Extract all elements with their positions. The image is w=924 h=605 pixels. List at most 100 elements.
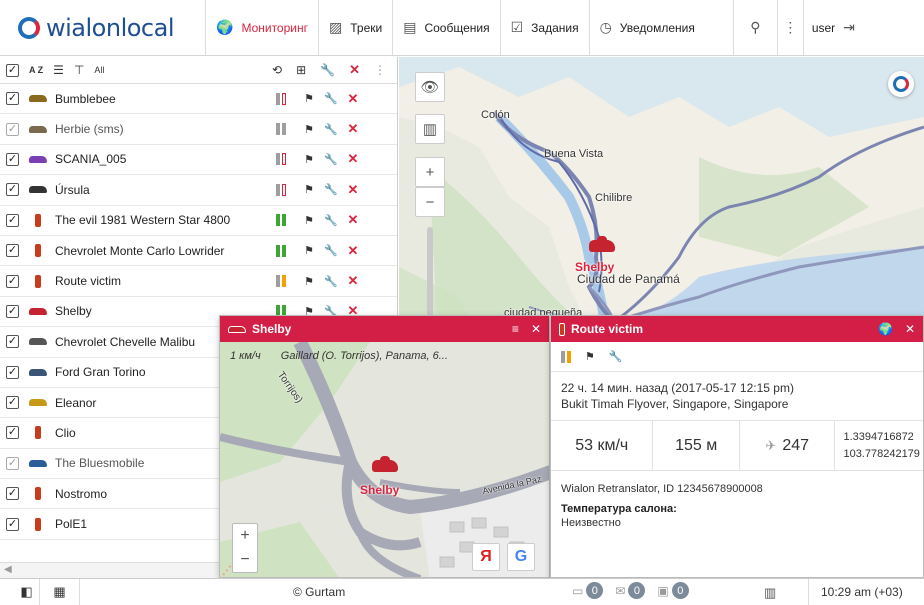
yandex-map-button[interactable]: Я (472, 543, 500, 571)
wrench-icon[interactable]: 🔧 (609, 350, 623, 363)
unit-checkbox[interactable]: ✓ (6, 244, 19, 258)
wrench-column-icon[interactable]: 🔧 (320, 63, 335, 77)
flag-icon[interactable]: ⚑ (298, 275, 320, 288)
shelby-minimap-marker-icon[interactable] (372, 456, 398, 472)
nav-tasks[interactable]: ☑ Задания (501, 0, 590, 55)
events-counter[interactable]: ✉ 0 (615, 582, 646, 599)
wrench-icon[interactable]: 🔧 (320, 244, 342, 257)
wrench-icon[interactable]: 🔧 (320, 92, 342, 105)
flag-icon[interactable]: ⚑ (298, 153, 320, 166)
unit-name[interactable]: Eleanor (55, 396, 96, 410)
delete-icon[interactable]: ✕ (342, 121, 364, 137)
unit-name[interactable]: The Bluesmobile (55, 456, 144, 470)
unit-name[interactable]: Shelby (55, 304, 92, 318)
more-menu-button[interactable]: ⋮ (778, 0, 804, 55)
nav-messages[interactable]: ▤ Сообщения (393, 0, 501, 55)
unit-row[interactable]: ✓ Route victim ⚑ 🔧 ✕ (0, 266, 397, 297)
unit-name[interactable]: Chevrolet Monte Carlo Lowrider (55, 244, 224, 258)
sort-az-icon[interactable]: A Z (29, 65, 43, 75)
unit-row[interactable]: ✓ Chevrolet Monte Carlo Lowrider ⚑ 🔧 ✕ (0, 236, 397, 267)
add-units-icon[interactable]: ⊤ (74, 63, 84, 77)
wrench-icon[interactable]: 🔧 (320, 123, 342, 136)
unit-checkbox[interactable]: ✓ (6, 183, 19, 197)
nav-tracks[interactable]: ▨ Треки (319, 0, 394, 55)
delete-icon[interactable]: ✕ (342, 151, 364, 167)
unit-name[interactable]: Herbie (sms) (55, 122, 124, 136)
unit-name[interactable]: SCANIA_005 (55, 152, 126, 166)
flag-icon[interactable]: ⚑ (298, 214, 320, 227)
unit-name[interactable]: Clio (55, 426, 76, 440)
globe-icon[interactable]: 🌍 (878, 322, 893, 336)
unit-checkbox[interactable]: ✓ (6, 122, 19, 136)
unit-name[interactable]: Bumblebee (55, 92, 116, 106)
minimap-zoom-out-icon[interactable]: − (240, 551, 249, 569)
flag-icon[interactable]: ⚑ (298, 92, 320, 105)
unit-checkbox[interactable]: ✓ (6, 365, 19, 379)
shelby-minimap-label[interactable]: Shelby (360, 483, 399, 497)
google-map-button[interactable]: G (507, 543, 535, 571)
unit-name[interactable]: Route victim (55, 274, 121, 288)
search-button[interactable]: ⚲ (734, 0, 778, 55)
zoom-in-button[interactable]: + (415, 157, 445, 187)
delete-icon[interactable]: ✕ (342, 273, 364, 289)
zoom-slider[interactable] (427, 227, 433, 317)
nav-notifications[interactable]: ◷ Уведомления (590, 0, 734, 55)
list-view-icon[interactable]: ☰ (53, 63, 64, 77)
window-menu-icon[interactable]: ≡ (512, 322, 519, 336)
unit-name[interactable]: Ford Gran Torino (55, 365, 146, 379)
delete-icon[interactable]: ✕ (342, 91, 364, 107)
unit-name[interactable]: Úrsula (55, 183, 90, 197)
unit-checkbox[interactable]: ✓ (6, 396, 19, 410)
wrench-icon[interactable]: 🔧 (320, 183, 342, 196)
panel-layout-icon[interactable]: ▥ (764, 585, 776, 601)
unit-checkbox[interactable]: ✓ (6, 274, 19, 288)
flag-icon[interactable]: ⚑ (298, 183, 320, 196)
notifications-counter[interactable]: ▣ 0 (657, 582, 689, 599)
flag-icon[interactable]: ⚑ (298, 123, 320, 136)
scroll-left-arrow-icon[interactable]: ◀ (4, 564, 12, 575)
nav-monitoring[interactable]: 🌍 Мониторинг (206, 0, 319, 55)
select-all-checkbox[interactable]: ✓ (6, 63, 19, 77)
delete-icon[interactable]: ✕ (342, 182, 364, 198)
unit-checkbox[interactable]: ✓ (6, 456, 19, 470)
panel-toggle-button[interactable]: ◧ (14, 579, 40, 605)
column-menu-icon[interactable]: ⋮ (374, 63, 386, 77)
wrench-icon[interactable]: 🔧 (320, 153, 342, 166)
unit-checkbox[interactable]: ✓ (6, 487, 19, 501)
shelby-map-marker-icon[interactable] (589, 236, 615, 252)
delete-icon[interactable]: ✕ (342, 212, 364, 228)
unit-checkbox[interactable]: ✓ (6, 426, 19, 440)
map-type-button[interactable]: ▥ (415, 114, 445, 144)
unit-name[interactable]: PolE1 (55, 517, 87, 531)
grid-layout-button[interactable]: ▦ (40, 579, 80, 605)
unit-name[interactable]: Chevrolet Chevelle Malibu (55, 335, 195, 349)
unit-checkbox[interactable]: ✓ (6, 517, 19, 531)
wialon-logo[interactable]: wialonlocal (0, 0, 206, 55)
unit-name[interactable]: The evil 1981 Western Star 4800 (55, 213, 230, 227)
unit-row[interactable]: ✓ The evil 1981 Western Star 4800 ⚑ 🔧 ✕ (0, 206, 397, 236)
unit-row[interactable]: ✓ Bumblebee ⚑ 🔧 ✕ (0, 84, 397, 115)
shelby-map-label[interactable]: Shelby (575, 260, 614, 274)
unit-checkbox[interactable]: ✓ (6, 335, 19, 349)
layers-toggle-button[interactable]: 👁 (415, 72, 445, 102)
shelby-minimap[interactable]: 1 км/ч Gaillard (O. Torrijos), Panama, 6… (220, 338, 549, 577)
minimap-zoom-in-icon[interactable]: + (240, 527, 249, 545)
add-column-icon[interactable]: ⊞ (296, 63, 306, 77)
window-close-icon[interactable]: ✕ (905, 322, 915, 336)
flag-icon[interactable]: ⚑ (585, 350, 595, 363)
unit-row[interactable]: ✓ Herbie (sms) ⚑ 🔧 ✕ (0, 114, 397, 145)
wrench-icon[interactable]: 🔧 (320, 214, 342, 227)
unit-checkbox[interactable]: ✓ (6, 304, 19, 318)
unit-checkbox[interactable]: ✓ (6, 92, 19, 106)
user-menu[interactable]: user ⇥ (804, 0, 863, 55)
unit-name[interactable]: Nostromo (55, 487, 107, 501)
unit-row[interactable]: ✓ Úrsula ⚑ 🔧 ✕ (0, 175, 397, 206)
delete-column-icon[interactable]: ✕ (349, 62, 360, 78)
unit-checkbox[interactable]: ✓ (6, 213, 19, 227)
show-all-icon[interactable]: All (94, 65, 104, 75)
delete-icon[interactable]: ✕ (342, 243, 364, 259)
window-close-icon[interactable]: ✕ (531, 322, 541, 336)
signal-column-icon[interactable]: ⟲ (272, 63, 282, 77)
unit-row[interactable]: ✓ SCANIA_005 ⚑ 🔧 ✕ (0, 145, 397, 176)
wrench-icon[interactable]: 🔧 (320, 275, 342, 288)
